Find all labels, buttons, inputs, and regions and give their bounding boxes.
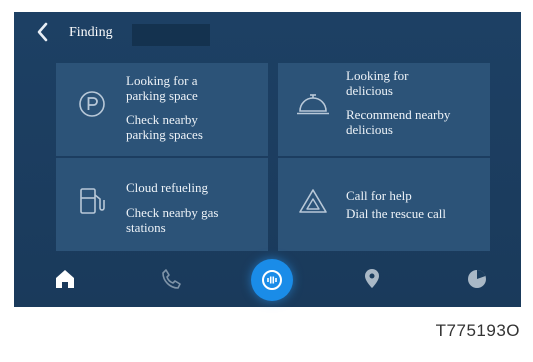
card-food[interactable]: Looking for delicious Recommend nearby d… <box>278 63 490 156</box>
voice-assistant-button[interactable] <box>251 259 293 301</box>
food-cloche-icon <box>297 94 329 115</box>
card-title: Looking for delicious <box>346 68 409 98</box>
page-title: Finding <box>69 25 113 40</box>
card-parking[interactable]: Looking for a parking space Check nearby… <box>56 63 268 156</box>
phone-icon[interactable] <box>158 266 184 292</box>
voice-assistant-icon <box>262 270 282 290</box>
bottom-nav <box>14 256 521 307</box>
figure-code-caption: T775193O <box>435 321 520 340</box>
header-bar: Finding <box>14 12 521 50</box>
card-call-for-help[interactable]: Call for help Dial the rescue call <box>278 158 490 251</box>
card-subtitle: Check nearby parking spaces <box>126 112 203 142</box>
card-title: Call for help <box>346 188 412 203</box>
card-subtitle: Dial the rescue call <box>346 206 446 221</box>
card-subtitle: Check nearby gas stations <box>126 205 219 235</box>
title-background-box <box>132 24 210 46</box>
gas-pump-icon <box>80 188 105 214</box>
back-arrow-icon[interactable] <box>34 22 52 42</box>
card-refueling[interactable]: Cloud refueling Check nearby gas station… <box>56 158 268 251</box>
card-subtitle: Recommend nearby delicious <box>346 107 451 137</box>
home-icon[interactable] <box>52 266 78 292</box>
infotainment-screen: Finding Looking for a parking space Chec… <box>14 12 521 307</box>
map-pin-icon[interactable] <box>359 266 385 292</box>
warning-triangle-icon <box>299 189 327 213</box>
card-title: Cloud refueling <box>126 180 208 195</box>
pie-chart-icon[interactable] <box>464 266 490 292</box>
card-title: Looking for a parking space <box>126 73 198 103</box>
parking-icon <box>79 91 105 117</box>
